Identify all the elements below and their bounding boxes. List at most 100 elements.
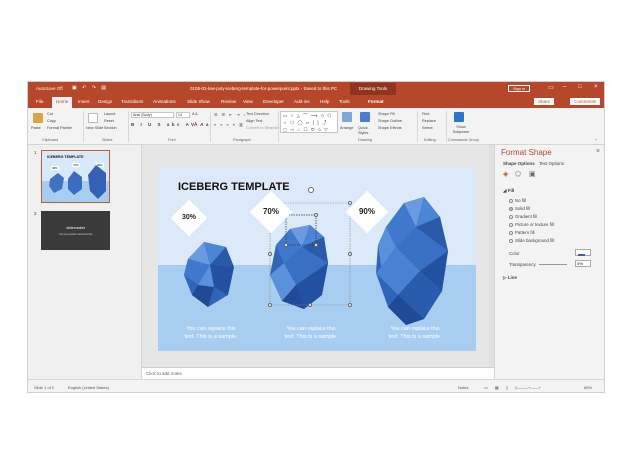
select-button[interactable]: Select	[422, 126, 433, 130]
iceberg-medium[interactable]	[270, 225, 328, 309]
paste-button[interactable]: Paste	[31, 126, 41, 130]
copy-button[interactable]: Copy	[47, 119, 56, 123]
alignment-buttons[interactable]: ≡ ≡ ≡ ≡ ▥	[214, 122, 244, 127]
shape-effects-button[interactable]: Shape Effects	[378, 126, 402, 130]
new-slide-button[interactable]: New Slide	[86, 126, 103, 130]
inner-handle-ne[interactable]	[314, 213, 318, 217]
resize-handle-sw[interactable]	[268, 303, 272, 307]
find-button[interactable]: Find	[422, 112, 429, 116]
sign-in-button[interactable]: Sign in	[508, 85, 531, 92]
quick-access-toolbar[interactable]: ▣ ↶ ↷ ▤	[72, 85, 108, 91]
iceberg-small[interactable]	[184, 242, 234, 307]
zoom-slider[interactable]: –——+——+	[518, 385, 541, 390]
transparency-slider[interactable]	[539, 264, 567, 265]
inner-handle-sw[interactable]	[284, 243, 288, 247]
tab-tools[interactable]: Tools	[339, 99, 350, 104]
quick-styles-icon[interactable]	[360, 112, 370, 122]
line-section-header[interactable]: ▷ Line	[503, 275, 517, 281]
resize-handle-s[interactable]	[308, 303, 312, 307]
close-pane-icon[interactable]: ×	[596, 148, 600, 155]
view-buttons[interactable]: ▭ ▦ ▯ ▷	[484, 385, 521, 390]
tab-text-options[interactable]: Text Options	[539, 161, 564, 166]
cut-button[interactable]: Cut	[47, 112, 53, 116]
share-button[interactable]: Share	[533, 98, 554, 105]
fill-line-icon[interactable]: ◈	[503, 170, 508, 178]
option-picture-fill[interactable]: Picture or texture fill	[509, 222, 554, 227]
tab-add-ins[interactable]: Add-ins	[294, 99, 310, 104]
autosave-toggle[interactable]: AutoSave Off	[36, 86, 63, 91]
arrange-button[interactable]: Arrange	[340, 126, 354, 130]
slide-thumbnail-1[interactable]: ICEBERG TEMPLATE 30% 70% 90%	[41, 150, 110, 203]
tab-transitions[interactable]: Transitions	[121, 99, 143, 104]
option-slide-background-fill[interactable]: Slide background fill	[509, 238, 554, 243]
tab-home[interactable]: Home	[52, 97, 73, 108]
iceberg-large[interactable]	[376, 197, 448, 325]
list-buttons[interactable]: ☰ ☰ ⇤ ⇥ ↕	[214, 112, 247, 117]
tab-format[interactable]: Format	[368, 99, 384, 104]
font-format-buttons[interactable]: B I U S abc AV Aa	[131, 122, 211, 127]
layout-button[interactable]: Layout	[104, 112, 115, 116]
comments-button[interactable]: Comments	[570, 98, 600, 105]
tab-shape-options[interactable]: Shape Options	[503, 161, 535, 166]
caption-1[interactable]: You can replace this text. This is a sam…	[158, 325, 264, 341]
tab-developer[interactable]: Developer	[263, 99, 284, 104]
shapes-gallery[interactable]: ▭ ○ △ ⌒ ⟶ ◇ ⬠ ☆ ⬡ ◯ ▱ { } ⤴ ▢ ⇨ ⌂ ☐ ⬭ ⬦ …	[280, 111, 338, 133]
align-text-button[interactable]: Align Text	[246, 119, 262, 123]
inner-handle-se[interactable]	[314, 243, 318, 247]
tab-slide-show[interactable]: Slide Show	[187, 99, 210, 104]
zoom-level[interactable]: 65%	[584, 385, 592, 390]
font-size-select[interactable]: 14	[176, 112, 190, 118]
text-direction-button[interactable]: Text Direction	[246, 112, 269, 116]
size-properties-icon[interactable]: ▣	[529, 170, 536, 178]
shape-outline-button[interactable]: Shape Outline	[378, 119, 402, 123]
resize-handle-ne[interactable]	[348, 201, 352, 205]
show-solipower-button[interactable]: Show Solipower	[450, 125, 472, 134]
language-indicator[interactable]: English (United States)	[68, 385, 109, 390]
tab-file[interactable]: File	[36, 99, 43, 104]
effects-icon[interactable]: ⬠	[515, 170, 521, 178]
font-color-icon[interactable]: A	[194, 122, 197, 128]
collapse-ribbon-icon[interactable]: ⌃	[594, 138, 597, 143]
tab-help[interactable]: Help	[320, 99, 329, 104]
reset-button[interactable]: Reset	[104, 119, 114, 123]
quick-styles-button[interactable]: Quick Styles	[358, 126, 374, 135]
tab-animations[interactable]: Animations	[153, 99, 176, 104]
tab-review[interactable]: Review	[221, 99, 236, 104]
solipower-icon[interactable]	[454, 112, 464, 122]
font-name-select[interactable]: Arial (Body)	[131, 112, 174, 118]
paste-icon[interactable]	[33, 113, 43, 123]
option-no-fill[interactable]: No fill	[509, 198, 526, 203]
tab-insert[interactable]: Insert	[78, 99, 90, 104]
notes-pane[interactable]: Click to add notes	[142, 367, 494, 379]
minimize-icon[interactable]: –	[563, 84, 566, 90]
shape-fill-button[interactable]: Shape Fill	[378, 112, 395, 116]
arrange-icon[interactable]	[342, 112, 352, 122]
current-slide[interactable]: ICEBERG TEMPLATE 30% 70% 90% You can rep…	[158, 167, 476, 351]
resize-handle-se[interactable]	[348, 303, 352, 307]
tab-design[interactable]: Design	[98, 99, 112, 104]
transparency-input[interactable]: 0%	[575, 260, 591, 267]
format-painter-button[interactable]: Format Painter	[47, 126, 72, 130]
rotate-handle[interactable]	[308, 187, 314, 193]
slide-thumbnail-2[interactable]: slidemarket Your presentation delivered …	[41, 211, 110, 250]
option-solid-fill[interactable]: Solid fill	[509, 206, 530, 211]
tab-view[interactable]: View	[243, 99, 253, 104]
ribbon-display-icon[interactable]: ▭	[548, 84, 554, 91]
option-pattern-fill[interactable]: Pattern fill	[509, 230, 535, 235]
fill-section-header[interactable]: ◢ Fill	[503, 188, 514, 194]
option-gradient-fill[interactable]: Gradient fill	[509, 214, 537, 219]
resize-handle-w[interactable]	[268, 252, 272, 256]
maximize-icon[interactable]: □	[578, 84, 582, 90]
convert-smartart-button[interactable]: Convert to SmartArt	[246, 126, 280, 130]
caption-2[interactable]: You can replace this text. This is a sam…	[258, 325, 364, 341]
close-icon[interactable]: ×	[594, 84, 598, 90]
color-picker-button[interactable]	[575, 249, 591, 256]
font-grow-shrink-icon[interactable]: A A	[192, 112, 198, 116]
section-button[interactable]: Section	[104, 126, 117, 130]
status-bar: Slide 1 of 2 English (United States) Not…	[28, 379, 604, 392]
resize-handle-e[interactable]	[348, 252, 352, 256]
caption-3[interactable]: You can replace this text. This is a sam…	[362, 325, 468, 341]
replace-button[interactable]: Replace	[422, 119, 436, 123]
new-slide-icon[interactable]	[88, 113, 98, 123]
notes-toggle[interactable]: Notes	[458, 385, 468, 390]
